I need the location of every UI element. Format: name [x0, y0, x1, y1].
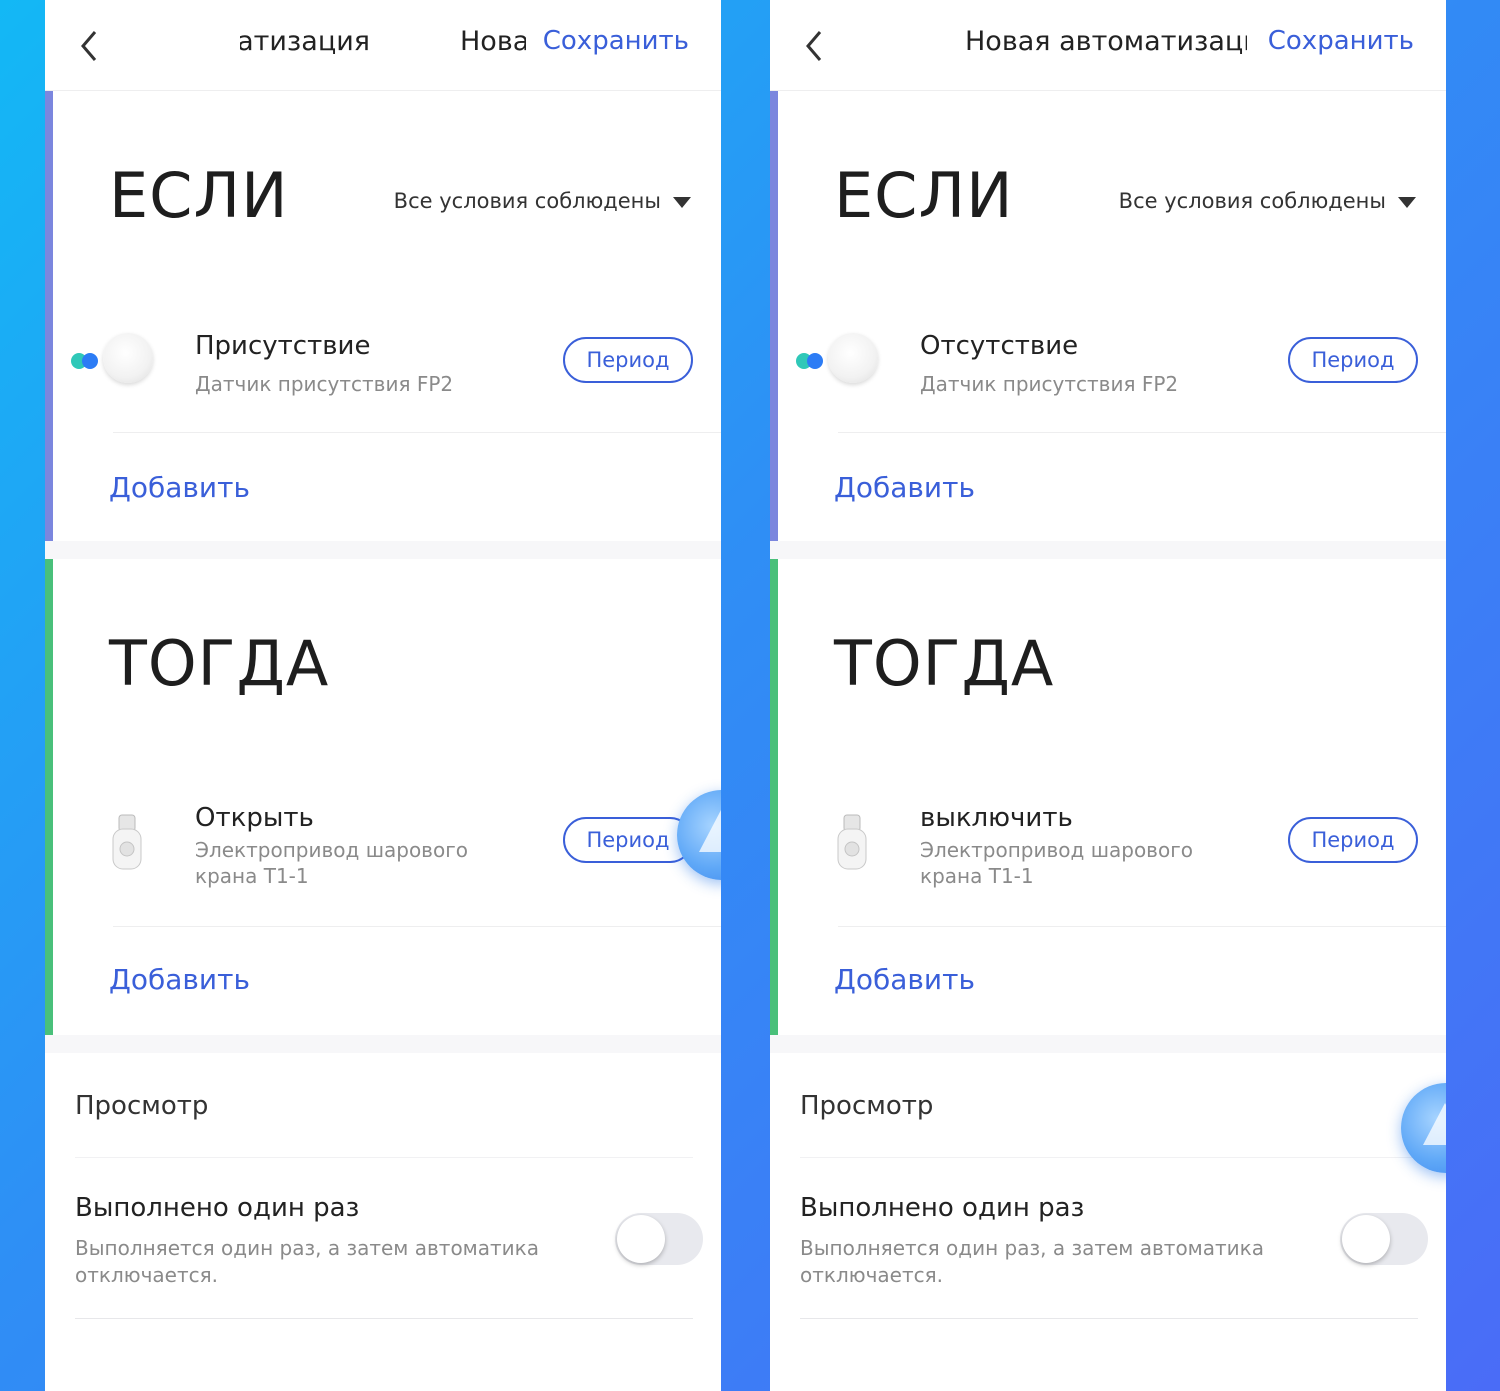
action-row[interactable]: выключить Электропривод шарового крана T…: [770, 803, 1446, 928]
condition-mode-dropdown[interactable]: Все условия соблюдены: [1119, 189, 1416, 213]
add-action-button[interactable]: Добавить: [109, 963, 250, 996]
divider: [75, 1318, 693, 1319]
period-button[interactable]: Период: [1288, 337, 1418, 383]
dropdown-caret-icon: [1398, 196, 1416, 208]
back-chevron-icon[interactable]: [75, 26, 105, 66]
condition-device: Датчик присутствия FP2: [920, 372, 1179, 396]
presence-sensor-icon: [103, 333, 153, 383]
if-heading: ЕСЛИ: [109, 159, 289, 232]
condition-row[interactable]: Отсутствие Датчик присутствия FP2 Период: [770, 327, 1446, 433]
status-dots-icon: [796, 353, 824, 369]
save-button[interactable]: Сохранить: [1268, 26, 1414, 56]
action-device: Электропривод шарового крана T1-1: [195, 838, 468, 888]
then-section: ТОГДА выключить Электропривод шарового к…: [770, 559, 1446, 1035]
run-once-title: Выполнено один раз: [75, 1193, 360, 1223]
options-section: Просмотр Выполнено один раз Выполняется …: [45, 1053, 721, 1391]
then-heading: ТОГДА: [109, 627, 330, 700]
then-section: ТОГДА Открыть Электропривод шарового кра…: [45, 559, 721, 1035]
condition-row[interactable]: Присутствие Датчик присутствия FP2 Перио…: [45, 327, 721, 433]
divider: [75, 1157, 693, 1158]
right-phone-screen: Новая автоматизаци Сохранить ЕСЛИ Все ус…: [770, 0, 1446, 1391]
condition-mode-label: Все условия соблюдены: [393, 189, 661, 213]
if-section-accent-bar: [45, 91, 53, 541]
if-section: ЕСЛИ Все условия соблюдены Отсутствие Да…: [770, 91, 1446, 541]
run-once-description: Выполняется один раз, а затем автоматика…: [75, 1236, 540, 1287]
header-title-fragment: атизация: [240, 26, 370, 57]
condition-title: Присутствие: [195, 331, 371, 361]
divider: [800, 1157, 1418, 1158]
condition-mode-dropdown[interactable]: Все условия соблюдены: [394, 189, 691, 213]
divider: [838, 926, 1446, 927]
then-heading: ТОГДА: [834, 627, 1055, 700]
add-condition-button[interactable]: Добавить: [834, 471, 975, 504]
toggle-knob: [1342, 1215, 1390, 1263]
header-title-fragment-2: Нова: [460, 26, 526, 57]
add-condition-button[interactable]: Добавить: [109, 471, 250, 504]
header-bar: Новая автоматизаци Сохранить: [770, 0, 1446, 91]
header-title: Новая автоматизаци: [965, 26, 1247, 57]
back-chevron-icon[interactable]: [800, 26, 830, 66]
preview-label[interactable]: Просмотр: [75, 1091, 208, 1121]
dropdown-caret-icon: [673, 196, 691, 208]
condition-mode-label: Все условия соблюдены: [1118, 189, 1386, 213]
condition-device: Датчик присутствия FP2: [195, 372, 454, 396]
header-bar: атизация Нова Сохранить: [45, 0, 721, 91]
ball-valve-icon: [837, 814, 867, 870]
then-section-accent-bar: [770, 559, 778, 1035]
divider: [800, 1318, 1418, 1319]
left-phone-screen: атизация Нова Сохранить ЕСЛИ Все условия…: [45, 0, 721, 1391]
if-section-accent-bar: [770, 91, 778, 541]
run-once-toggle[interactable]: [1340, 1213, 1428, 1265]
action-title: Открыть: [195, 803, 314, 833]
period-button[interactable]: Период: [563, 817, 693, 863]
divider: [838, 432, 1446, 433]
divider: [113, 926, 721, 927]
toggle-knob: [617, 1215, 665, 1263]
action-row[interactable]: Открыть Электропривод шарового крана T1-…: [45, 803, 721, 928]
period-button[interactable]: Период: [1288, 817, 1418, 863]
save-button[interactable]: Сохранить: [543, 26, 689, 56]
period-button[interactable]: Период: [563, 337, 693, 383]
then-section-accent-bar: [45, 559, 53, 1035]
preview-label[interactable]: Просмотр: [800, 1091, 933, 1121]
run-once-toggle[interactable]: [615, 1213, 703, 1265]
add-action-button[interactable]: Добавить: [834, 963, 975, 996]
action-title: выключить: [920, 803, 1073, 833]
run-once-title: Выполнено один раз: [800, 1193, 1085, 1223]
action-device: Электропривод шарового крана T1-1: [920, 838, 1193, 888]
run-once-description: Выполняется один раз, а затем автоматика…: [800, 1236, 1265, 1287]
divider: [113, 432, 721, 433]
if-heading: ЕСЛИ: [834, 159, 1014, 232]
ball-valve-icon: [112, 814, 142, 870]
status-dots-icon: [71, 353, 99, 369]
condition-title: Отсутствие: [920, 331, 1079, 361]
options-section: Просмотр Выполнено один раз Выполняется …: [770, 1053, 1446, 1391]
if-section: ЕСЛИ Все условия соблюдены Присутствие Д…: [45, 91, 721, 541]
presence-sensor-icon: [828, 333, 878, 383]
